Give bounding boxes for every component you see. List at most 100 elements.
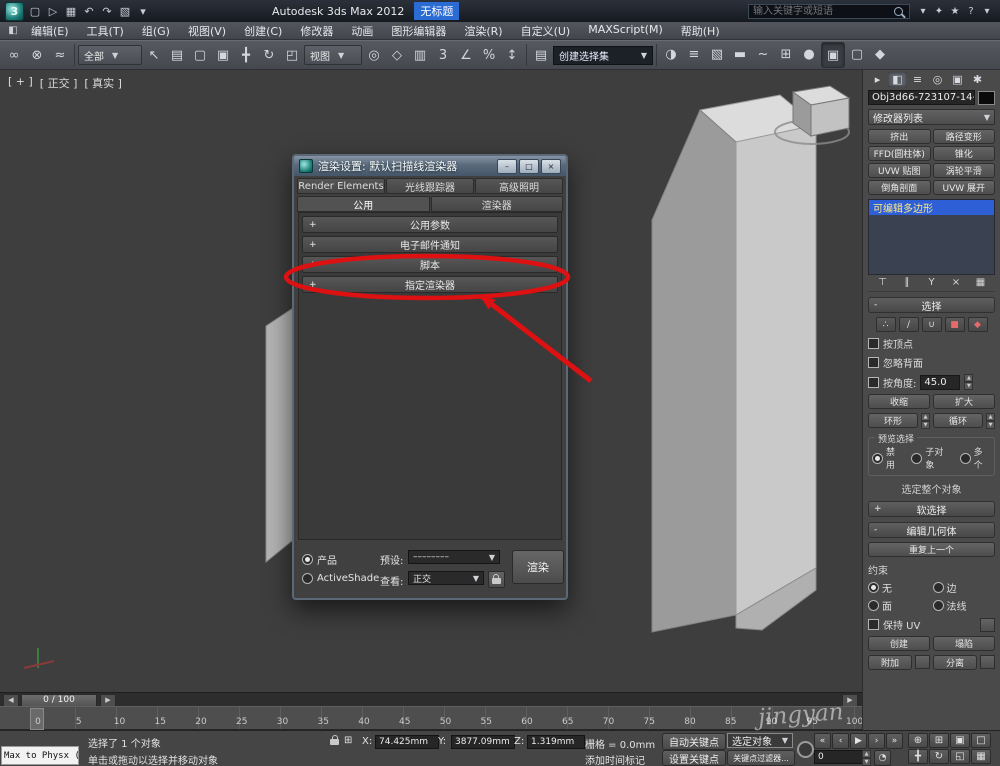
- lock-view-button[interactable]: [488, 571, 505, 588]
- named-selection-sets-combo[interactable]: 创建选择集 ▼: [553, 45, 653, 65]
- angle-spinner[interactable]: ▲ ▼: [964, 374, 974, 390]
- key-filters-button[interactable]: 关键点过滤器...: [727, 750, 795, 766]
- radio-icon[interactable]: [302, 573, 313, 584]
- preset-dropdown[interactable]: –––––––– ▼: [408, 550, 500, 564]
- menu-item[interactable]: 编辑(E): [22, 22, 78, 40]
- dialog-tab[interactable]: 高级照明: [475, 178, 563, 194]
- layer-manager-icon[interactable]: ▧: [706, 42, 728, 66]
- search-icon[interactable]: [894, 6, 903, 16]
- attach-button[interactable]: 附加: [868, 655, 912, 670]
- select-and-scale-icon[interactable]: ◰: [281, 43, 303, 67]
- modifier-shortcut-button[interactable]: 挤出: [868, 129, 931, 144]
- detach-settings-button[interactable]: [980, 655, 995, 669]
- viewport-shading-menu[interactable]: [ 真实 ]: [84, 75, 122, 91]
- unlink-selection-icon[interactable]: ⊗: [26, 43, 48, 67]
- next-frame-arrow-icon[interactable]: ▶: [100, 693, 116, 707]
- key-filter-mode-dropdown[interactable]: 选定对象 ▼: [727, 733, 793, 748]
- align-icon[interactable]: ≡: [683, 42, 705, 66]
- utilities-tab-icon[interactable]: ✱: [968, 72, 987, 87]
- create-tab-icon[interactable]: ▸: [868, 72, 887, 87]
- repeat-last-button[interactable]: 重复上一个: [868, 542, 995, 557]
- time-slider-track[interactable]: ◀ 0 / 100 ▶ ▶: [0, 692, 862, 707]
- modifier-list-dropdown[interactable]: 修改器列表 ▼: [868, 109, 995, 125]
- mirror-icon[interactable]: ◑: [660, 42, 682, 66]
- viewport-layout-icon[interactable]: ▦: [971, 749, 991, 764]
- show-end-result-icon[interactable]: ∥: [901, 277, 914, 288]
- tab-renderer[interactable]: 渲染器: [430, 196, 563, 212]
- edge-subobject-icon[interactable]: ∕: [898, 317, 919, 332]
- constraint-normal-option[interactable]: 法线: [932, 598, 996, 613]
- time-slider-handle[interactable]: 0 / 100: [21, 693, 97, 707]
- favorites-star-icon[interactable]: ★: [947, 3, 963, 19]
- infocenter-menu-icon[interactable]: ▾: [979, 3, 995, 19]
- modify-tab-icon[interactable]: ◧: [888, 72, 907, 87]
- graphite-ribbon-icon[interactable]: ▬: [729, 42, 751, 66]
- menu-item[interactable]: 图形编辑器: [382, 22, 455, 40]
- by-vertex-checkbox[interactable]: [868, 338, 879, 349]
- current-frame-field[interactable]: 0: [814, 750, 868, 764]
- border-subobject-icon[interactable]: ∪: [921, 317, 942, 332]
- close-button-icon[interactable]: ×: [541, 158, 561, 174]
- previous-frame-icon[interactable]: ‹: [832, 733, 849, 749]
- maximize-button-icon[interactable]: □: [519, 158, 539, 174]
- percent-snap-icon[interactable]: %: [478, 43, 500, 67]
- undo-icon[interactable]: ↶: [80, 3, 98, 19]
- y-coordinate-field[interactable]: 3877.09mm: [451, 735, 515, 749]
- preview-multiple-option[interactable]: 多个: [959, 445, 991, 471]
- selection-lock-icon[interactable]: [330, 735, 339, 745]
- menu-item[interactable]: 创建(C): [235, 22, 291, 40]
- preserve-uv-checkbox[interactable]: [868, 619, 879, 630]
- maximize-viewport-icon[interactable]: ◱: [950, 749, 970, 764]
- radio-icon[interactable]: [868, 582, 879, 593]
- radio-icon[interactable]: [932, 582, 944, 593]
- vertex-subobject-icon[interactable]: ∴: [875, 317, 896, 332]
- motion-tab-icon[interactable]: ◎: [928, 72, 947, 87]
- add-time-tag[interactable]: 添加时间标记: [585, 752, 645, 766]
- rendered-frame-icon[interactable]: ▢: [846, 42, 868, 66]
- orbit-view-icon[interactable]: ↻: [929, 749, 949, 764]
- modifier-shortcut-button[interactable]: 路径变形: [932, 129, 995, 144]
- frame-spinner[interactable]: ▲ ▼: [862, 750, 871, 766]
- modifier-stack[interactable]: 可编辑多边形: [868, 199, 995, 275]
- menu-item[interactable]: 修改器: [291, 22, 342, 40]
- go-to-start-icon[interactable]: «: [814, 733, 831, 749]
- menu-item[interactable]: MAXScript(M): [579, 22, 672, 40]
- modifier-shortcut-button[interactable]: 锥化: [932, 146, 995, 161]
- curve-editor-icon[interactable]: ~: [752, 42, 774, 66]
- rollout-edit-geometry[interactable]: - 编辑几何体: [868, 522, 995, 538]
- absolute-mode-toggle-icon[interactable]: ⊞: [344, 735, 352, 746]
- search-dropdown-icon[interactable]: ▾: [915, 3, 931, 19]
- ring-spinner[interactable]: ▲ ▼: [921, 413, 930, 429]
- radio-icon[interactable]: [302, 554, 313, 565]
- minimize-button-icon[interactable]: –: [497, 158, 517, 174]
- radio-icon[interactable]: [868, 600, 879, 611]
- workspace-menu-icon[interactable]: ▾: [134, 3, 152, 19]
- dialog-rollout-header[interactable]: + 电子邮件通知: [302, 236, 558, 253]
- menu-item[interactable]: 动画: [342, 22, 382, 40]
- next-frame-icon[interactable]: ›: [868, 733, 885, 749]
- menu-item[interactable]: 渲染(R): [455, 22, 511, 40]
- loop-spinner[interactable]: ▲ ▼: [986, 413, 995, 429]
- preserve-uv-row[interactable]: 保持 UV: [868, 617, 995, 632]
- selection-filter-dropdown[interactable]: 全部 ▼: [78, 45, 142, 65]
- search-input[interactable]: [748, 3, 910, 19]
- create-button[interactable]: 创建: [868, 636, 930, 651]
- redo-icon[interactable]: ↷: [98, 3, 116, 19]
- rollout-assign-renderer[interactable]: + 指定渲染器: [302, 276, 558, 293]
- collapse-button[interactable]: 塌陷: [933, 636, 995, 651]
- render-setup-icon[interactable]: ▣: [821, 42, 845, 68]
- spinner-snap-icon[interactable]: ↕: [501, 43, 523, 67]
- zoom-all-icon[interactable]: ⊞: [929, 733, 949, 748]
- object-color-swatch[interactable]: [978, 90, 995, 105]
- new-file-icon[interactable]: ▢: [26, 3, 44, 19]
- save-file-icon[interactable]: ▦: [62, 3, 80, 19]
- constraint-none-option[interactable]: 无: [868, 580, 931, 595]
- viewport-general-menu[interactable]: [ + ]: [8, 75, 33, 91]
- attach-list-button[interactable]: [915, 655, 930, 669]
- edit-named-sets-icon[interactable]: ▤: [530, 43, 552, 67]
- preview-disable-option[interactable]: 禁用: [872, 445, 903, 471]
- element-subobject-icon[interactable]: ◆: [967, 317, 988, 332]
- select-and-rotate-icon[interactable]: ↻: [258, 43, 280, 67]
- play-animation-icon[interactable]: ▶: [850, 733, 867, 749]
- zoom-region-icon[interactable]: □: [971, 733, 991, 748]
